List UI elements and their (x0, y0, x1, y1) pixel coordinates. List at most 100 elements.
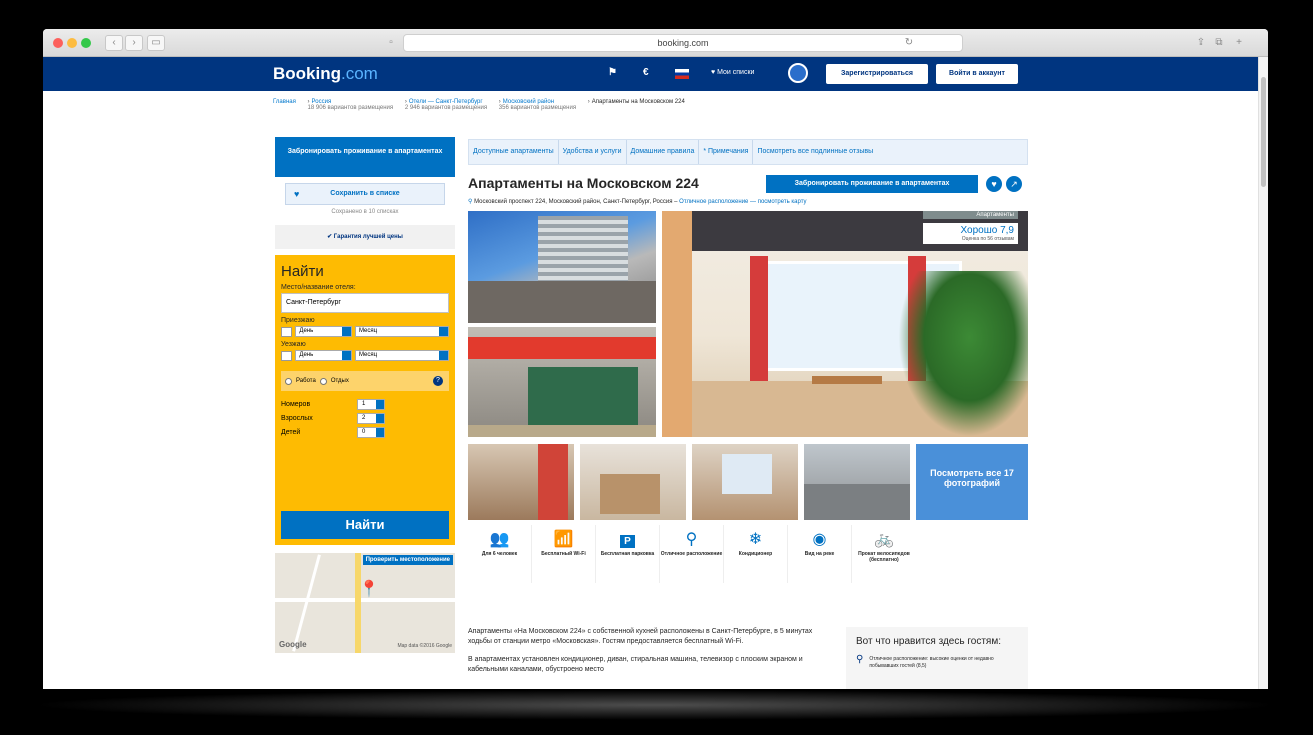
my-lists-link[interactable]: ♥ Мои списки (711, 69, 754, 76)
browser-window: ‹ › ▭ ▫ booking.com ↻ ⇪ ⧉ + Booking.com … (43, 29, 1268, 689)
location-pin-icon: ⚲ (468, 199, 473, 205)
page-scrollbar[interactable] (1258, 57, 1268, 689)
tab-notes[interactable]: * Примечания (699, 140, 754, 164)
register-button[interactable]: Зарегистрироваться (826, 64, 928, 84)
purpose-leisure-radio[interactable] (319, 377, 327, 385)
photo-thumb[interactable] (692, 444, 798, 520)
guest-likes-text: Отличное расположение: высокие оценки от… (869, 656, 994, 669)
reload-icon[interactable]: ↻ (901, 35, 917, 51)
price-guarantee[interactable]: ✔ Гарантия лучшей цены (275, 225, 455, 249)
adults-select[interactable]: 2 (357, 413, 385, 424)
checkout-row: День Месяц (281, 350, 449, 361)
facility-item: ⚲ Отличное расположение (660, 525, 724, 583)
share-icon[interactable]: ⇪ (1193, 35, 1209, 51)
facility-label: Бесплатный Wi-Fi (541, 551, 586, 557)
forward-button[interactable]: › (125, 35, 143, 51)
window-shadow (30, 690, 1280, 720)
photo-main-room[interactable]: Апартаменты Хорошо 7,9 Оценка по 56 отзы… (662, 211, 1028, 437)
booking-logo[interactable]: Booking.com (273, 64, 378, 84)
trip-purpose: Работа Отдых ? (281, 371, 449, 391)
google-logo: Google (279, 640, 307, 649)
facility-item: P Бесплатная парковка (596, 525, 660, 583)
breadcrumb-item[interactable]: Главная (273, 99, 296, 105)
photo-thumb[interactable] (468, 444, 574, 520)
checkin-label: Приезжаю (281, 317, 315, 324)
guest-likes-box: Вот что нравится здесь гостям: ⚲ Отличное… (846, 627, 1028, 689)
language-flag-icon[interactable] (675, 69, 689, 79)
checkin-month-select[interactable]: Месяц (354, 326, 449, 337)
facility-item: ◉ Вид на реке (788, 525, 852, 583)
map-attribution: Map data ©2016 Google (397, 643, 452, 649)
tab-reviews[interactable]: Посмотреть все подлинные отзывы (753, 140, 877, 164)
breadcrumb-count: 356 вариантов размещения (498, 105, 577, 111)
search-submit-button[interactable]: Найти (281, 511, 449, 539)
facility-label: Вид на реке (804, 551, 835, 557)
address-bar[interactable]: booking.com (403, 34, 963, 52)
checkin-day-select[interactable]: День (295, 326, 352, 337)
facility-label: Для 6 человек (481, 551, 518, 557)
tabs-icon[interactable]: ⧉ (1211, 35, 1227, 51)
location-link[interactable]: Отличное расположение — посмотреть карту (679, 199, 806, 205)
search-title: Найти (281, 263, 324, 280)
property-description: Апартаменты «На Московском 224» с собств… (468, 627, 828, 683)
map-widget[interactable]: 📍 Проверить местоположение Google Map da… (275, 553, 455, 653)
tab-facilities[interactable]: Удобства и услуги (559, 140, 627, 164)
minimize-window-icon[interactable] (67, 38, 77, 48)
sidebar-toggle-icon[interactable]: ▭ (147, 35, 165, 51)
check-location-button[interactable]: Проверить местоположение (362, 555, 453, 565)
checkout-day-select[interactable]: День (295, 350, 352, 361)
property-category: Апартаменты (923, 211, 1018, 219)
purpose-leisure-label[interactable]: Отдых (331, 378, 349, 384)
save-to-list-button[interactable]: ♥ Сохранить в списке (285, 183, 445, 205)
calendar-icon[interactable] (281, 326, 293, 337)
save-label: Сохранить в списке (330, 190, 400, 197)
children-label: Детей (281, 429, 301, 436)
breadcrumb-label: Апартаменты на Московском 224 (591, 99, 685, 105)
parking-icon: P (596, 529, 659, 551)
breadcrumb-item[interactable]: › Московский район 356 вариантов размещени… (499, 99, 576, 111)
children-select[interactable]: 0 (357, 427, 385, 438)
photo-building[interactable] (468, 211, 656, 323)
view-all-photos-button[interactable]: Посмотреть все 17 фотографий (916, 444, 1028, 520)
description-paragraph: В апартаментах установлен кондиционер, д… (468, 656, 803, 673)
location-pin-icon: ⚲ (685, 531, 698, 548)
browser-titlebar: ‹ › ▭ ▫ booking.com ↻ ⇪ ⧉ + (43, 29, 1268, 57)
back-button[interactable]: ‹ (105, 35, 123, 51)
new-tab-icon[interactable]: + (1231, 35, 1247, 51)
breadcrumb-label[interactable]: Главная (273, 99, 296, 105)
calendar-icon[interactable] (281, 350, 293, 361)
guarantee-label: Гарантия лучшей цены (333, 234, 403, 240)
heart-icon[interactable]: ♥ (986, 176, 1002, 192)
destination-input[interactable]: Санкт-Петербург (281, 293, 449, 313)
photo-thumb[interactable] (580, 444, 686, 520)
checkout-month-select[interactable]: Месяц (354, 350, 449, 361)
tab-house-rules[interactable]: Домашние правила (627, 140, 700, 164)
photo-storefront[interactable] (468, 327, 656, 437)
facility-icons: 👥 Для 6 человек 📶 Бесплатный Wi-Fi P Беспла… (468, 525, 1028, 583)
purpose-work-radio[interactable] (285, 377, 292, 385)
breadcrumb-count: 2 946 вариантов размещения (404, 105, 488, 111)
purpose-work-label[interactable]: Работа (296, 378, 316, 384)
help-icon[interactable]: ? (433, 376, 443, 386)
sidebar-book-button[interactable]: Забронировать проживание в апартаментах (275, 137, 455, 177)
people-icon: 👥 (489, 531, 510, 548)
rating-badge: Апартаменты Хорошо 7,9 Оценка по 56 отзы… (923, 211, 1018, 244)
rooms-select[interactable]: 1 (357, 399, 385, 410)
location-pin-icon: ⚲ (856, 654, 864, 665)
scrollbar-thumb[interactable] (1261, 77, 1266, 187)
avatar[interactable] (788, 63, 808, 83)
flag-icon[interactable]: ⚑ (608, 67, 617, 78)
check-icon: ✔ (327, 234, 334, 240)
property-tabs: Доступные апартаменты Удобства и услуги … (468, 139, 1028, 165)
close-window-icon[interactable] (53, 38, 63, 48)
currency-selector[interactable]: € (643, 67, 649, 78)
breadcrumb-item[interactable]: › Отели — Санкт-Петербург 2 946 вариантов … (405, 99, 487, 111)
share-icon[interactable]: ↗ (1006, 176, 1022, 192)
photo-thumb[interactable] (804, 444, 910, 520)
login-button[interactable]: Войти в аккаунт (936, 64, 1018, 84)
maximize-window-icon[interactable] (81, 38, 91, 48)
breadcrumb-item[interactable]: › Россия 18 906 вариантов размещения (308, 99, 394, 111)
tab-available[interactable]: Доступные апартаменты (469, 140, 559, 164)
book-button[interactable]: Забронировать проживание в апартаментах (766, 175, 978, 193)
heart-icon: ♥ (294, 189, 300, 199)
